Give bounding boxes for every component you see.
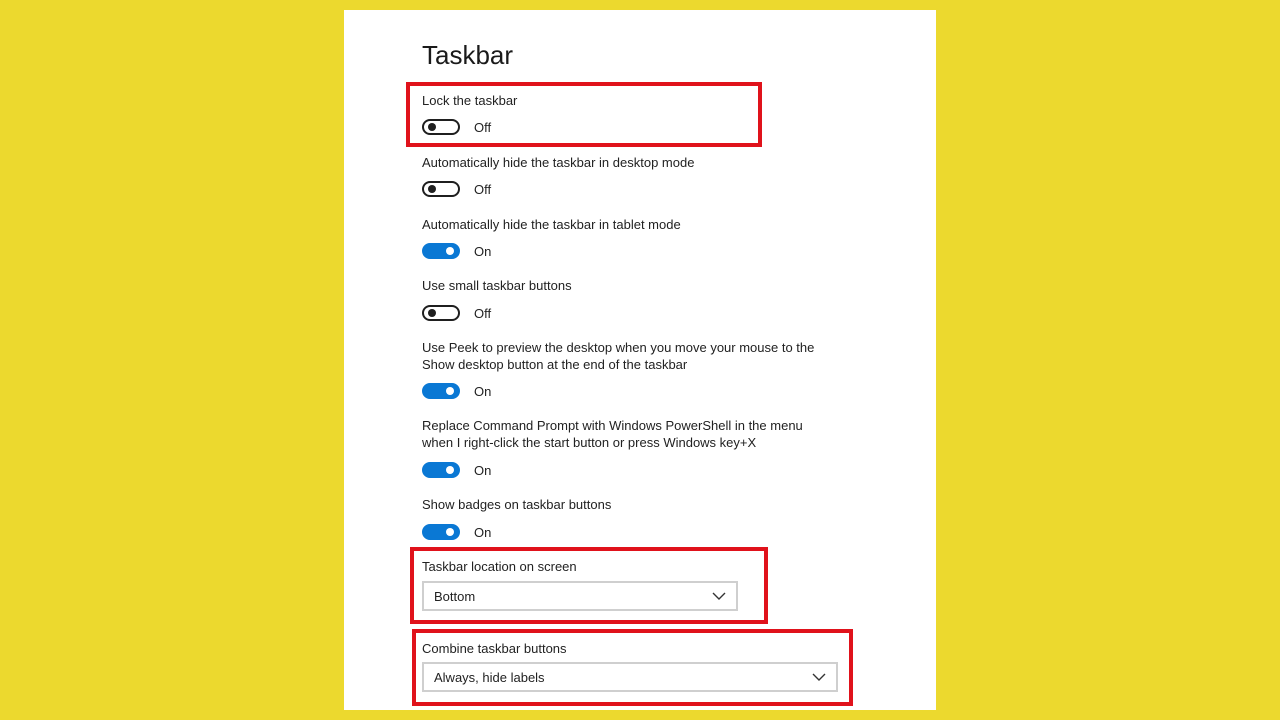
toggle-state: Off (474, 181, 492, 197)
toggle-row: Off (422, 179, 822, 199)
setting-peek: Use Peek to preview the desktop when you… (422, 339, 822, 401)
page-title: Taskbar (422, 40, 514, 70)
setting-autohide-tablet: Automatically hide the taskbar in tablet… (422, 216, 822, 261)
autohide-desktop-toggle[interactable] (422, 181, 460, 197)
setting-badges: Show badges on taskbar buttons On (422, 496, 822, 542)
toggle-knob (446, 247, 454, 255)
taskbar-location-select[interactable]: Bottom (422, 581, 738, 611)
lock-taskbar-toggle[interactable] (422, 119, 460, 135)
toggle-knob (446, 466, 454, 474)
toggle-knob (446, 528, 454, 536)
toggle-state: Off (474, 305, 492, 321)
setting-autohide-desktop: Automatically hide the taskbar in deskto… (422, 154, 822, 199)
setting-small-buttons: Use small taskbar buttons Off (422, 277, 822, 323)
autohide-tablet-toggle[interactable] (422, 243, 460, 259)
toggle-row: On (422, 522, 822, 542)
setting-label: Use Peek to preview the desktop when you… (422, 340, 815, 372)
setting-label: Automatically hide the taskbar in tablet… (422, 217, 681, 232)
dropdown-value: Bottom (434, 588, 476, 604)
setting-label: Show badges on taskbar buttons (422, 497, 612, 512)
toggle-row: On (422, 460, 822, 480)
toggle-state: On (474, 383, 492, 399)
peek-toggle[interactable] (422, 383, 460, 399)
setting-label: Replace Command Prompt with Windows Powe… (422, 418, 803, 450)
setting-label: Lock the taskbar (422, 93, 518, 108)
toggle-row: Off (422, 117, 822, 137)
setting-label: Automatically hide the taskbar in deskto… (422, 155, 695, 170)
setting-taskbar-location: Taskbar location on screen (422, 558, 822, 575)
setting-label: Taskbar location on screen (422, 559, 577, 574)
setting-powershell: Replace Command Prompt with Windows Powe… (422, 417, 822, 480)
combine-buttons-select[interactable]: Always, hide labels (422, 662, 838, 692)
toggle-knob (428, 309, 436, 317)
toggle-row: Off (422, 303, 822, 323)
setting-combine-buttons: Combine taskbar buttons (422, 640, 822, 657)
toggle-state: On (474, 524, 492, 540)
toggle-knob (446, 387, 454, 395)
setting-label: Use small taskbar buttons (422, 278, 572, 293)
toggle-knob (428, 185, 436, 193)
toggle-state: Off (474, 119, 492, 135)
chevron-down-icon (712, 592, 726, 600)
small-buttons-toggle[interactable] (422, 305, 460, 321)
toggle-row: On (422, 381, 822, 401)
toggle-knob (428, 123, 436, 131)
chevron-down-icon (812, 673, 826, 681)
dropdown-value: Always, hide labels (434, 669, 545, 685)
setting-lock-taskbar: Lock the taskbar Off (422, 92, 822, 137)
badges-toggle[interactable] (422, 524, 460, 540)
toggle-row: On (422, 241, 822, 261)
powershell-toggle[interactable] (422, 462, 460, 478)
toggle-state: On (474, 243, 492, 259)
toggle-state: On (474, 462, 492, 478)
setting-label: Combine taskbar buttons (422, 641, 567, 656)
